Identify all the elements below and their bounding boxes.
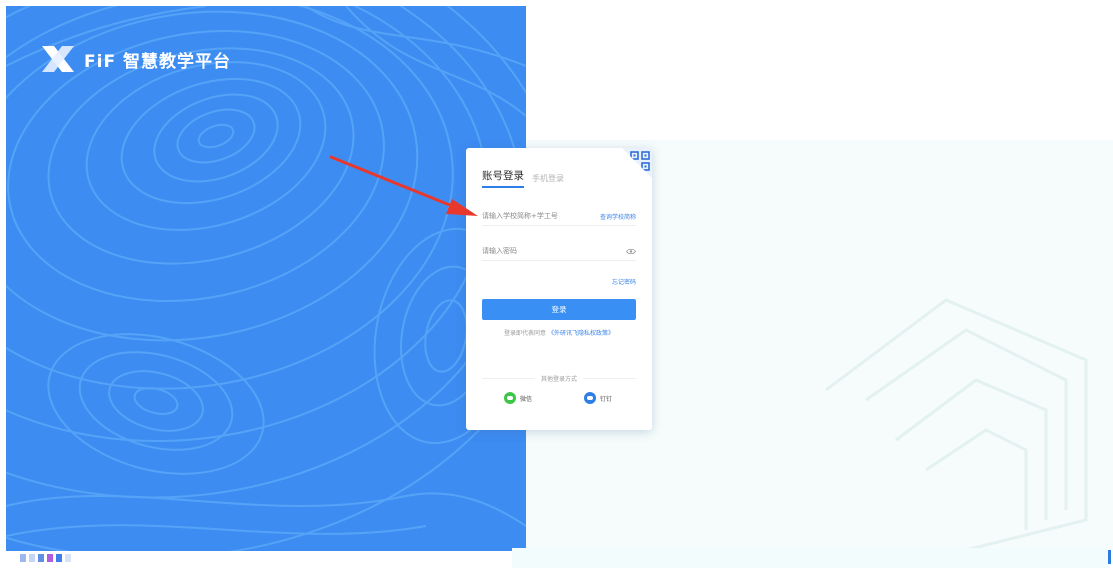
- school-abbr-lookup-link[interactable]: 查询学校简称: [600, 212, 636, 221]
- eye-icon[interactable]: [626, 248, 636, 255]
- dingtalk-icon[interactable]: [584, 392, 596, 404]
- wechat-login-button[interactable]: 微信: [504, 392, 532, 404]
- brand-logo: FiF 智慧教学平台: [40, 44, 231, 74]
- password-field[interactable]: 请输入密码: [482, 242, 636, 261]
- login-button[interactable]: 登录: [482, 299, 636, 320]
- qr-login-corner[interactable]: [622, 148, 652, 178]
- brand-panel: FiF 智慧教学平台: [6, 6, 526, 551]
- divider-right: [583, 378, 637, 379]
- password-input[interactable]: 请输入密码: [482, 246, 517, 256]
- login-tabs: 账号登录 手机登录: [482, 168, 564, 188]
- bottom-strip: [6, 551, 506, 568]
- account-field[interactable]: 请输入学校简称+学工号 查询学校简称: [482, 207, 636, 226]
- privacy-agreement: 登录即代表同意 《外研讯飞隐私权政策》: [466, 328, 652, 337]
- account-input[interactable]: 请输入学校简称+学工号: [482, 211, 558, 221]
- bottom-strip-right: [512, 548, 1110, 568]
- contour-pattern: [6, 6, 526, 551]
- dingtalk-label: 钉钉: [600, 395, 613, 403]
- agreement-text: 登录即代表同意: [504, 330, 547, 337]
- wechat-icon[interactable]: [504, 392, 516, 404]
- dingtalk-login-button[interactable]: 钉钉: [584, 392, 612, 404]
- tab-phone-login[interactable]: 手机登录: [532, 173, 564, 188]
- forgot-password-link[interactable]: 忘记密码: [612, 277, 636, 286]
- brand-name: FiF 智慧教学平台: [84, 51, 231, 72]
- divider-left: [482, 378, 535, 379]
- qr-code-icon[interactable]: [630, 151, 650, 171]
- bottom-noise: [20, 554, 71, 562]
- login-card: 账号登录 手机登录 请输入学校简称+学工号 查询学校简称 请输入密码 忘记密码 …: [466, 148, 652, 430]
- bottom-marker: [1108, 550, 1111, 564]
- other-methods-label: 其他登录方式: [541, 376, 578, 383]
- fif-x-logo-icon: [42, 46, 74, 72]
- other-login-methods: 其他登录方式: [482, 374, 637, 383]
- wechat-label: 微信: [520, 395, 533, 403]
- privacy-policy-link[interactable]: 《外研讯飞隐私权政策》: [548, 330, 614, 337]
- tab-account-login[interactable]: 账号登录: [482, 168, 524, 188]
